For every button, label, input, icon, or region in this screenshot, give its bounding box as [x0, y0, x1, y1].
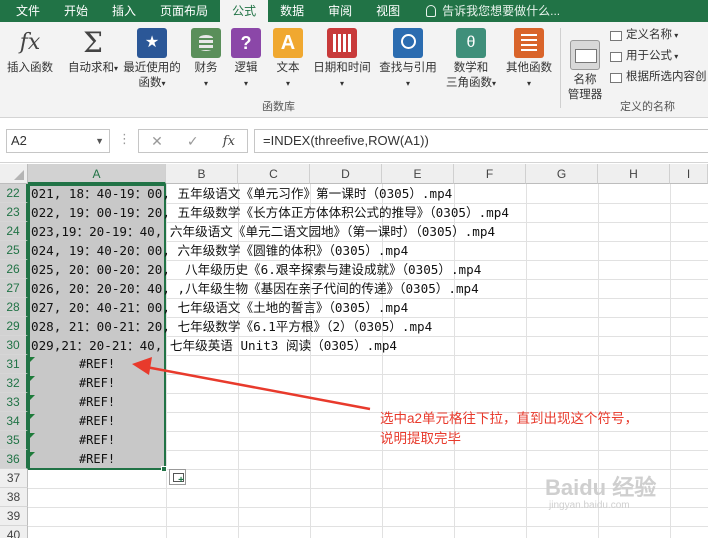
- financial-button[interactable]: 财务 ▾: [188, 28, 224, 91]
- cancel-icon[interactable]: ✕: [151, 133, 163, 150]
- more-functions-icon: [514, 28, 544, 58]
- more-functions-button[interactable]: 其他函数 ▾: [502, 28, 556, 91]
- recently-used-button[interactable]: ★ 最近使用的 函数▾: [120, 28, 184, 91]
- arrow-line: [145, 365, 371, 411]
- defined-names-small-buttons: 定义名称 ▾ 用于公式 ▾ 根据所选内容创: [610, 25, 707, 88]
- tell-me-text: 告诉我您想要做什么...: [442, 4, 561, 18]
- math-trig-button[interactable]: θ 数学和 三角函数▾: [442, 28, 500, 91]
- logic-icon: ?: [231, 28, 261, 58]
- create-from-selection-icon: [610, 72, 622, 83]
- date-time-button[interactable]: 日期和时间 ▾: [310, 28, 374, 91]
- tab-insert[interactable]: 插入: [100, 0, 148, 22]
- text-icon: A: [273, 28, 303, 58]
- arrow-head: [132, 357, 152, 375]
- lookup-reference-button[interactable]: 查找与引用 ▾: [376, 28, 440, 91]
- tab-page-layout[interactable]: 页面布局: [148, 0, 220, 22]
- tab-home[interactable]: 开始: [52, 0, 100, 22]
- ribbon-formulas: fx 插入函数 Σ 自动求和▾ ★ 最近使用的 函数▾ 财务 ▾ ? 逻辑 ▾ …: [0, 22, 708, 118]
- formula-bar: A2 ▼ ⋮ ✕ ✓ fx =INDEX(threefive,ROW(A1)): [0, 119, 708, 163]
- define-name-icon: [610, 30, 622, 41]
- annotation-text: 选中a2单元格往下拉，直到出现这个符号， 说明提取完毕: [380, 411, 639, 446]
- name-manager-button[interactable]: 名称 管理器: [562, 40, 608, 103]
- tab-file[interactable]: 文件: [0, 0, 52, 22]
- sigma-icon: Σ: [83, 26, 103, 59]
- insert-function-icon[interactable]: fx: [223, 134, 235, 149]
- formula-input[interactable]: =INDEX(threefive,ROW(A1)): [254, 129, 708, 153]
- star-icon: ★: [137, 28, 167, 58]
- ribbon-tab-bar: 文件 开始 插入 页面布局 公式 数据 审阅 视图 告诉我您想要做什么...: [0, 0, 708, 22]
- math-icon: θ: [456, 28, 486, 58]
- tell-me-search[interactable]: 告诉我您想要做什么...: [426, 0, 560, 22]
- group-label-function-library: 函数库: [262, 101, 295, 113]
- formula-buttons: ✕ ✓ fx: [138, 129, 248, 153]
- use-in-formula-icon: [610, 51, 622, 62]
- tab-view[interactable]: 视图: [364, 0, 412, 22]
- chevron-down-icon[interactable]: ▼: [95, 130, 104, 152]
- enter-icon[interactable]: ✓: [187, 133, 199, 150]
- name-box[interactable]: A2 ▼: [6, 129, 110, 153]
- lightbulb-icon: [426, 5, 437, 17]
- group-label-defined-names: 定义的名称: [620, 101, 675, 113]
- autosum-button[interactable]: Σ 自动求和▾: [66, 28, 120, 76]
- lookup-icon: [393, 28, 423, 58]
- tab-formulas[interactable]: 公式: [220, 0, 269, 22]
- fx-icon: fx: [19, 30, 41, 55]
- text-functions-button[interactable]: A 文本 ▾: [270, 28, 306, 91]
- finance-icon: [191, 28, 221, 58]
- logical-button[interactable]: ? 逻辑 ▾: [228, 28, 264, 91]
- group-separator: [560, 28, 561, 108]
- baidu-watermark: Baidu 经验 jingyan.baidu.com: [545, 475, 657, 511]
- resize-handle-icon[interactable]: ⋮: [118, 131, 132, 147]
- use-in-formula-button[interactable]: 用于公式 ▾: [610, 46, 707, 67]
- name-manager-icon: [570, 40, 600, 70]
- calendar-icon: [327, 28, 357, 58]
- tab-review[interactable]: 审阅: [316, 0, 364, 22]
- create-from-selection-button[interactable]: 根据所选内容创: [610, 67, 707, 88]
- insert-function-button[interactable]: fx 插入函数: [4, 28, 56, 76]
- tab-data[interactable]: 数据: [268, 0, 316, 22]
- define-name-button[interactable]: 定义名称 ▾: [610, 25, 707, 46]
